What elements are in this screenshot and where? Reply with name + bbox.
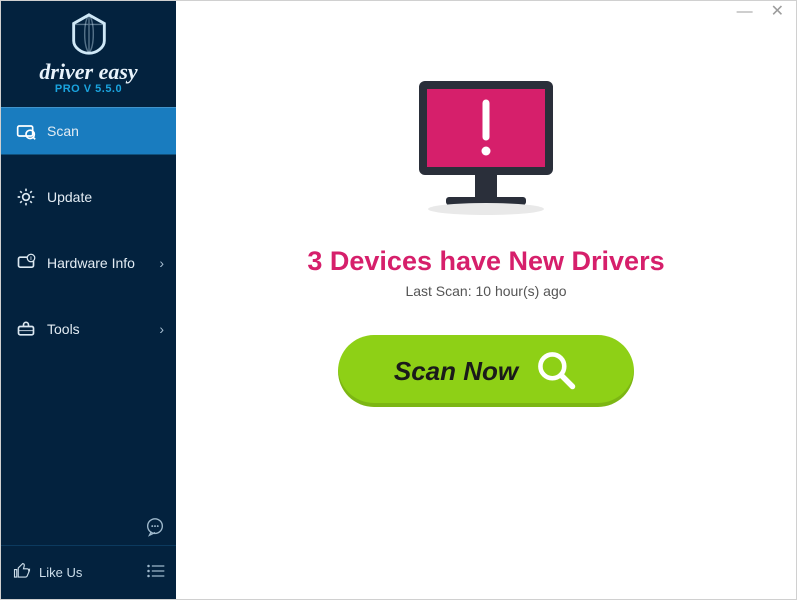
nav-item-hardware[interactable]: i Hardware Info › — [1, 239, 176, 287]
status-headline: 3 Devices have New Drivers — [307, 246, 664, 277]
thumbs-up-icon — [13, 562, 31, 583]
minimize-button[interactable]: — — [737, 4, 753, 20]
window-titlebar: — ✕ — [1, 1, 796, 23]
nav-item-scan[interactable]: Scan — [1, 107, 176, 155]
monitor-alert-icon — [401, 71, 571, 226]
gear-icon — [15, 186, 37, 208]
main-panel: 3 Devices have New Drivers Last Scan: 10… — [176, 1, 796, 599]
nav-label-hardware: Hardware Info — [47, 255, 135, 271]
magnifier-icon — [534, 348, 578, 395]
menu-icon[interactable] — [146, 563, 166, 582]
nav-label-scan: Scan — [47, 123, 79, 139]
chat-icon[interactable] — [144, 516, 166, 543]
sidebar: driver easy PRO V 5.5.0 Scan Update i — [1, 1, 176, 599]
brand-name: driver easy — [1, 59, 176, 85]
scan-button-label: Scan Now — [394, 356, 518, 387]
chevron-right-icon: › — [159, 321, 164, 337]
last-scan-text: Last Scan: 10 hour(s) ago — [405, 283, 566, 299]
close-button[interactable]: ✕ — [771, 4, 784, 20]
scan-now-button[interactable]: Scan Now — [338, 335, 634, 407]
chevron-right-icon: › — [159, 255, 164, 271]
toolbox-icon — [15, 318, 37, 340]
brand-version: PRO V 5.5.0 — [1, 83, 176, 95]
scan-icon — [15, 120, 37, 142]
hardware-info-icon: i — [15, 252, 37, 274]
like-us-label[interactable]: Like Us — [39, 565, 82, 580]
sidebar-bottom: Like Us — [1, 545, 176, 599]
nav-item-tools[interactable]: Tools › — [1, 305, 176, 353]
nav-label-update: Update — [47, 189, 92, 205]
nav-label-tools: Tools — [47, 321, 80, 337]
nav-item-update[interactable]: Update — [1, 173, 176, 221]
sidebar-nav: Scan Update i Hardware Info › Tools — [1, 107, 176, 371]
